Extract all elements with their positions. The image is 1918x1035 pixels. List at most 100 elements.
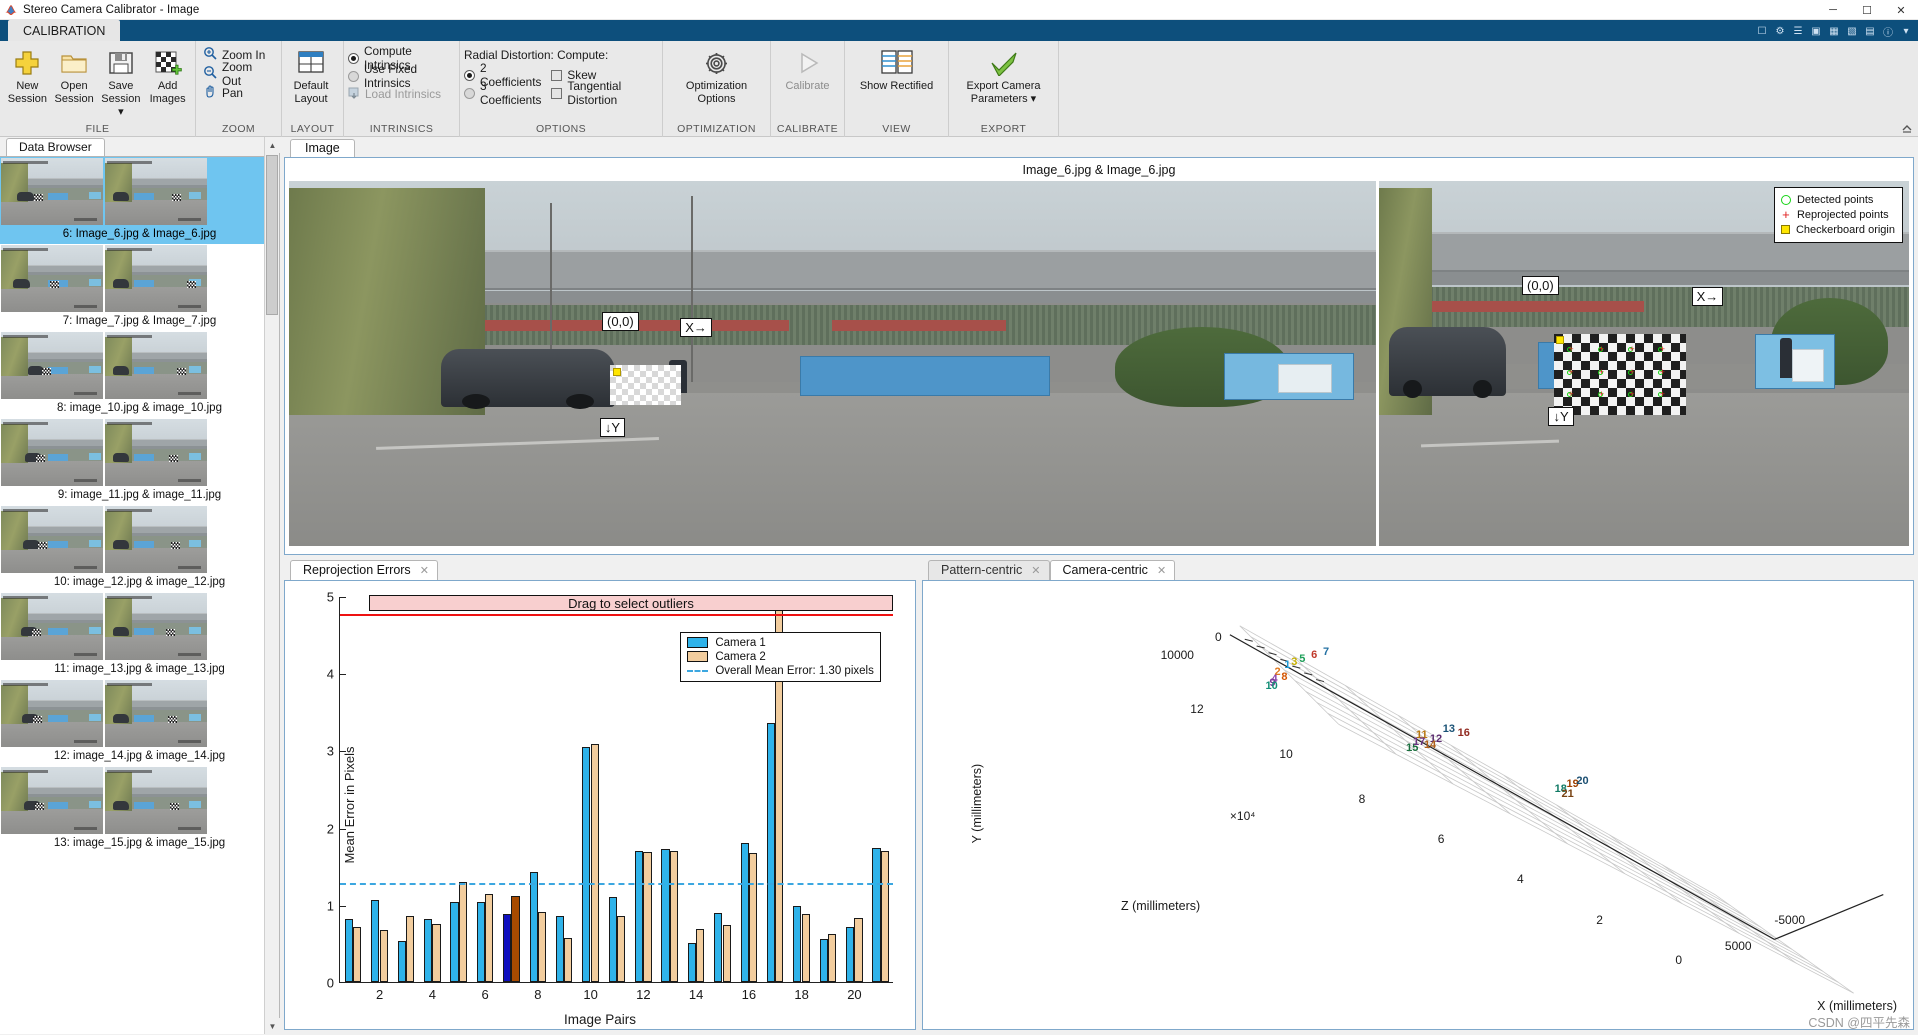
bar-camera1[interactable] [846,927,855,982]
bar-camera2[interactable] [880,850,889,982]
image-pair-list[interactable]: 6: Image_6.jpg & Image_6.jpg 7: Image_7.j… [0,157,279,1034]
bar-camera1[interactable] [687,942,696,982]
scroll-thumb[interactable] [266,155,278,315]
bar-camera1[interactable] [529,871,538,982]
tab-image[interactable]: Image [290,139,355,157]
open-session-button[interactable]: Open Session [51,45,98,106]
bar-camera1[interactable] [555,916,565,982]
bar-camera2[interactable] [458,881,467,982]
bar-camera1[interactable] [397,941,406,982]
bar-camera1[interactable] [608,897,617,982]
pan-button[interactable]: Pan [200,83,246,102]
scroll-up-arrow[interactable]: ▲ [265,137,280,153]
calibrate-button[interactable]: Calibrate [775,45,840,93]
camera2-view[interactable]: + + + + + + + + + + + + (0,0) X→ ↓Y Dete… [1378,181,1909,546]
outlier-selector[interactable]: Drag to select outliers [369,595,893,611]
close-icon[interactable]: ✕ [1031,564,1040,577]
scroll-down-arrow[interactable]: ▼ [265,1018,280,1034]
bar-camera2[interactable] [617,915,626,982]
list-item[interactable]: 6: Image_6.jpg & Image_6.jpg [0,157,279,244]
chevron-down-icon[interactable]: ▾ [1898,23,1914,39]
tab-camera-centric[interactable]: Camera-centric ✕ [1049,560,1176,580]
bar-camera1[interactable] [793,906,802,982]
maximize-button[interactable]: ☐ [1850,0,1884,20]
list-item[interactable]: 9: image_11.jpg & image_11.jpg [0,418,279,505]
bar-camera2[interactable] [353,927,362,982]
camera-centric-plot[interactable]: Y (millimeters) X (millimeters) Z (millime… [922,580,1914,1030]
new-session-button[interactable]: New Session [4,45,51,106]
use-fixed-intrinsics-radio[interactable] [348,70,359,82]
bar-camera2[interactable] [722,924,731,982]
bar-camera1[interactable] [872,848,881,982]
tangential-distortion-option[interactable]: Tangential Distortion [551,79,658,107]
bar-camera1[interactable] [423,919,433,982]
compute-intrinsics-radio[interactable] [348,52,359,64]
bar-camera1[interactable] [714,912,723,982]
browser-scrollbar[interactable]: ▲ ▼ [264,137,280,1034]
bar-camera2[interactable] [643,852,652,982]
tab-data-browser[interactable]: Data Browser [6,138,105,156]
tab-pattern-centric[interactable]: Pattern-centric ✕ [928,560,1050,580]
bar-camera2[interactable] [854,917,863,982]
three-coefficients-option[interactable]: 3 Coefficients [464,79,541,107]
quick-icon-5[interactable]: ▦ [1826,23,1842,39]
quick-icon-2[interactable]: ⚙ [1772,23,1788,39]
bar-camera1[interactable] [371,900,380,982]
bar-camera2[interactable] [432,924,441,982]
quick-icon-3[interactable]: ☰ [1790,23,1806,39]
bar-camera2[interactable] [485,894,494,982]
camera1-view[interactable]: (0,0) X→ ↓Y [289,181,1376,546]
list-item[interactable]: 10: image_12.jpg & image_12.jpg [0,505,279,592]
list-item[interactable]: 11: image_13.jpg & image_13.jpg [0,592,279,679]
add-images-button[interactable]: Add Images [144,45,191,106]
bar-camera2[interactable] [564,938,573,982]
bar-camera1[interactable] [582,746,591,982]
bar-camera2[interactable] [537,911,547,982]
bar-camera1[interactable] [819,938,828,982]
default-layout-button[interactable]: Default Layout [286,45,336,106]
minimize-button[interactable]: ─ [1816,0,1850,20]
quick-icon-1[interactable]: ☐ [1754,23,1770,39]
bar-camera2[interactable] [801,914,810,982]
bar-camera1[interactable] [766,723,776,982]
bar-camera2[interactable] [405,915,415,982]
list-item[interactable]: 8: image_10.jpg & image_10.jpg [0,331,279,418]
bar-camera2[interactable] [511,895,520,982]
close-icon[interactable]: ✕ [1157,564,1166,577]
three-coefficients-radio[interactable] [464,87,475,99]
quick-icon-4[interactable]: ▣ [1808,23,1824,39]
skew-checkbox[interactable] [551,69,563,81]
reprojection-errors-chart[interactable]: Mean Error in Pixels Image Pairs 0123452… [284,580,916,1030]
tab-calibration[interactable]: CALIBRATION [8,20,121,41]
export-camera-parameters-button[interactable]: Export Camera Parameters ▾ [963,45,1045,106]
optimization-options-button[interactable]: Optimization Options [676,45,758,106]
bar-camera2[interactable] [696,928,705,982]
bar-camera2[interactable] [590,744,599,982]
bar-camera1[interactable] [476,901,485,982]
ribbon-collapse-icon[interactable] [1896,41,1918,136]
list-item[interactable]: 7: Image_7.jpg & Image_7.jpg [0,244,279,331]
two-coefficients-radio[interactable] [464,69,475,81]
help-icon[interactable]: ⓘ [1880,23,1896,39]
bar-camera1[interactable] [503,914,512,982]
show-rectified-button[interactable]: Show Rectified [856,45,938,93]
bar-camera1[interactable] [450,901,459,982]
bar-camera1[interactable] [635,850,644,982]
bar-camera2[interactable] [379,929,388,982]
list-item[interactable]: 13: image_15.jpg & image_15.jpg [0,766,279,853]
outlier-threshold-line[interactable] [340,613,893,616]
bar-camera2[interactable] [828,934,837,982]
quick-icon-7[interactable]: ▤ [1862,23,1878,39]
close-button[interactable]: ✕ [1884,0,1918,20]
close-icon[interactable]: ✕ [420,564,429,577]
bar-camera2[interactable] [669,850,678,982]
list-item[interactable]: 12: image_14.jpg & image_14.jpg [0,679,279,766]
bar-camera2[interactable] [748,853,758,982]
bar-camera1[interactable] [661,849,670,982]
quick-icon-6[interactable]: ▧ [1844,23,1860,39]
use-fixed-intrinsics-option[interactable]: Use Fixed Intrinsics [348,62,455,90]
save-session-button[interactable]: Save Session ▾ [98,45,145,119]
bar-camera1[interactable] [740,843,749,982]
bar-camera1[interactable] [344,918,354,982]
tab-reprojection-errors[interactable]: Reprojection Errors ✕ [290,560,438,580]
